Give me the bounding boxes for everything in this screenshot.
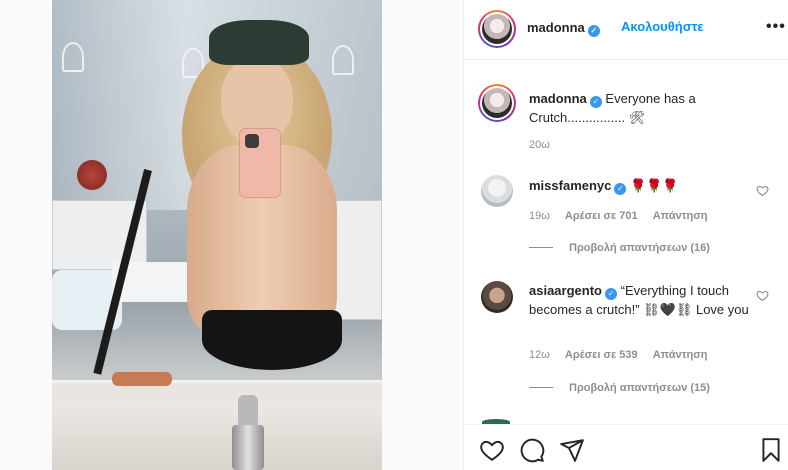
- comment-likes[interactable]: Αρέσει σε 701: [565, 210, 638, 222]
- post-photo[interactable]: [52, 0, 382, 470]
- author-avatar[interactable]: [478, 10, 516, 48]
- marble-counter: [52, 405, 382, 470]
- comment-like-heart-icon[interactable]: [756, 289, 769, 302]
- chandelier-left: [62, 42, 84, 72]
- post-actions-bar: [464, 424, 788, 470]
- hairbrush: [112, 372, 172, 386]
- faucet-base: [232, 425, 264, 470]
- verified-icon: ✓: [604, 288, 617, 300]
- author-username[interactable]: madonna ✓: [527, 20, 600, 37]
- comment: missfamenyc ✓ 🌹🌹🌹: [529, 178, 679, 195]
- share-icon[interactable]: [559, 437, 585, 463]
- caption-username[interactable]: madonna: [529, 91, 587, 106]
- comment: asiaargento ✓ “Everything I touch becomes…: [529, 283, 749, 317]
- commenter-avatar[interactable]: [481, 281, 513, 313]
- comment-meta: 19ω Αρέσει σε 701 Απάντηση: [529, 210, 708, 222]
- view-replies-button[interactable]: Προβολή απαντήσεων (16): [529, 242, 710, 254]
- post-media: [0, 0, 463, 470]
- reply-button[interactable]: Απάντηση: [653, 349, 708, 361]
- follow-button[interactable]: Ακολουθήστε: [621, 19, 704, 34]
- bookmark-icon[interactable]: [758, 437, 784, 463]
- caption-time[interactable]: 20ω: [529, 139, 562, 151]
- view-replies-button[interactable]: Προβολή απαντήσεων (15): [529, 382, 710, 394]
- reply-button[interactable]: Απάντηση: [653, 210, 708, 222]
- comment-icon[interactable]: [519, 437, 545, 463]
- person: [147, 20, 352, 380]
- verified-icon: ✓: [614, 183, 627, 195]
- comment-likes[interactable]: Αρέσει σε 539: [565, 349, 638, 361]
- verified-icon: ✓: [589, 96, 602, 108]
- more-options-icon[interactable]: •••: [766, 18, 786, 36]
- verified-icon: ✓: [587, 25, 600, 37]
- comment-meta: 12ω Αρέσει σε 539 Απάντηση: [529, 349, 708, 361]
- caption-avatar[interactable]: [478, 84, 516, 122]
- rose-bouquet: [77, 160, 107, 190]
- comment-like-heart-icon[interactable]: [756, 184, 769, 197]
- caption: madonna ✓ Everyone has a Crutch..........…: [529, 89, 759, 127]
- post-side-panel: madonna ✓ Ακολουθήστε ••• madonna ✓ Everyo…: [463, 0, 788, 470]
- comment-body: 🌹🌹🌹: [630, 178, 679, 193]
- heart-icon[interactable]: [479, 437, 505, 463]
- commenter-avatar[interactable]: [481, 175, 513, 207]
- post-header: madonna ✓ Ακολουθήστε •••: [464, 0, 788, 60]
